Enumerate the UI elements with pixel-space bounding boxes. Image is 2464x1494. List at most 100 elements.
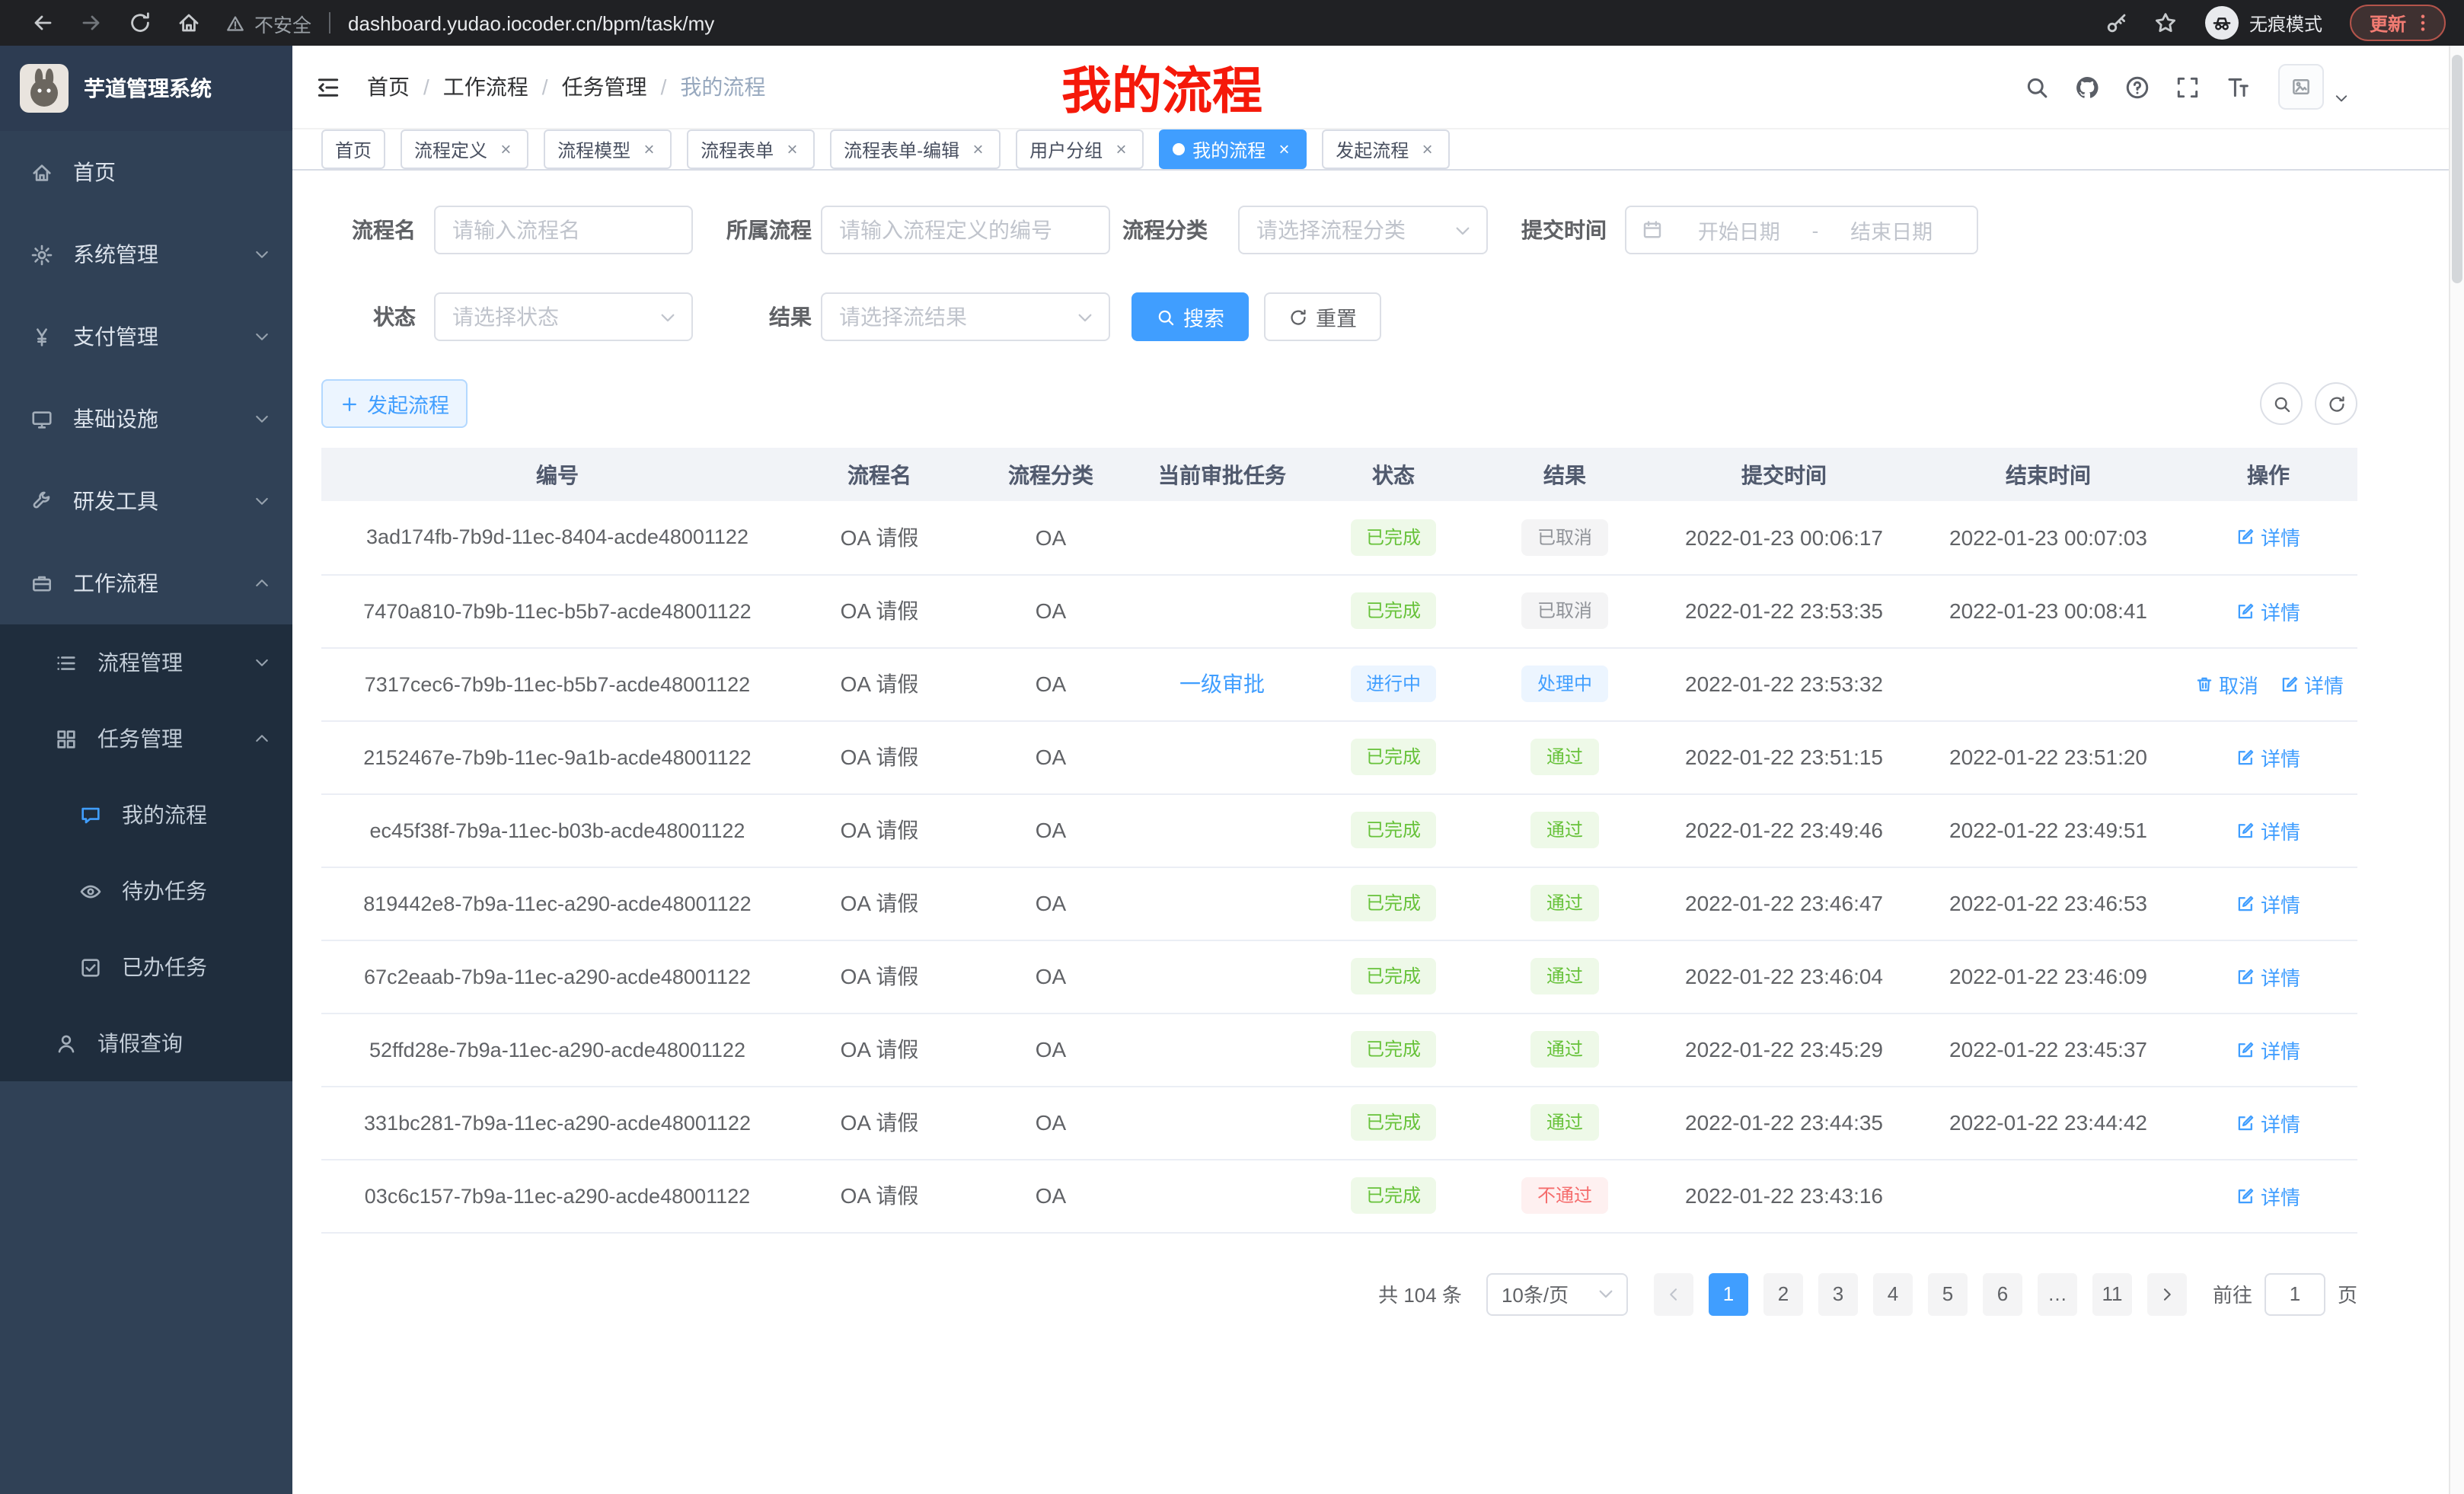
detail-action-link[interactable]: 详情 [2236,742,2300,771]
user-icon [55,1032,78,1055]
tab-process-form[interactable]: 流程表单 [687,129,815,169]
sidebar-item-infrastructure[interactable]: 基础设施 [0,378,292,460]
cell-category: OA [965,1159,1136,1232]
submit-time-range[interactable]: 开始日期 - 结束日期 [1625,206,1978,254]
fullscreen-icon[interactable] [2175,74,2201,100]
page-button-2[interactable]: 2 [1763,1272,1803,1315]
password-key-icon[interactable] [2105,11,2129,35]
result-select[interactable]: 请选择流结果 [821,292,1110,341]
browser-menu-icon[interactable] [2412,12,2434,34]
process-id-input[interactable] [821,206,1110,254]
app-logo[interactable]: 芋道管理系统 [0,46,292,131]
close-tab-icon[interactable] [969,140,987,158]
tab-process-model[interactable]: 流程模型 [544,129,672,169]
status-select[interactable]: 请选择状态 [434,292,693,341]
header-search-icon[interactable] [2024,74,2050,100]
sidebar-toggle-icon[interactable] [315,74,341,100]
process-owner-label: 所属流程 [726,215,812,245]
status-badge: 已完成 [1351,739,1436,775]
reset-button[interactable]: 重置 [1264,292,1381,341]
help-icon[interactable] [2124,74,2150,100]
browser-forward-icon[interactable] [79,11,104,35]
sidebar-item-leave-query[interactable]: 请假查询 [0,1005,292,1081]
tab-my-process[interactable]: 我的流程 [1159,129,1307,169]
detail-action-link[interactable]: 详情 [2236,596,2300,625]
font-size-icon[interactable] [2225,74,2251,100]
search-button[interactable]: 搜索 [1131,292,1249,341]
detail-action-link[interactable]: 详情 [2236,962,2300,991]
avatar-caret-icon[interactable] [2333,89,2350,106]
prev-page-button[interactable] [1654,1272,1693,1315]
sidebar-item-home[interactable]: 首页 [0,131,292,213]
detail-action-link[interactable]: 详情 [2236,1035,2300,1064]
tab-home[interactable]: 首页 [321,129,385,169]
start-date-input[interactable]: 开始日期 [1669,215,1809,245]
sidebar-item-payment[interactable]: 支付管理 [0,295,292,378]
cancel-action-link[interactable]: 取消 [2194,669,2258,698]
status-badge: 已完成 [1351,592,1436,629]
breadcrumb-task-management[interactable]: 任务管理 [562,72,647,102]
result-select-placeholder: 请选择流结果 [839,302,967,332]
detail-action-link[interactable]: 详情 [2280,669,2344,698]
page-scrollbar[interactable] [2449,46,2464,1494]
tab-user-group[interactable]: 用户分组 [1016,129,1144,169]
detail-action-link[interactable]: 详情 [2236,889,2300,918]
tab-process-definition[interactable]: 流程定义 [401,129,528,169]
next-page-button[interactable] [2147,1272,2187,1315]
update-button[interactable]: 更新 [2350,5,2446,41]
security-label[interactable]: 不安全 [254,8,311,37]
page-button-6[interactable]: 6 [1983,1272,2022,1315]
cell-process-name: OA 请假 [793,501,965,574]
url-text[interactable]: dashboard.yudao.iocoder.cn/bpm/task/my [348,11,714,34]
detail-action-link[interactable]: 详情 [2236,816,2300,844]
close-tab-icon[interactable] [1418,140,1436,158]
address-bar[interactable]: 不安全 dashboard.yudao.iocoder.cn/bpm/task/… [225,8,2080,37]
close-tab-icon[interactable] [1275,140,1293,158]
tab-start-process[interactable]: 发起流程 [1322,129,1450,169]
page-button-11[interactable]: 11 [2092,1272,2132,1315]
sidebar-item-system[interactable]: 系统管理 [0,213,292,295]
browser-reload-icon[interactable] [128,11,152,35]
browser-back-icon[interactable] [30,11,55,35]
cell-end-time: 2022-01-22 23:51:20 [1917,720,2179,793]
detail-action-link[interactable]: 详情 [2236,523,2300,552]
close-tab-icon[interactable] [640,140,658,158]
page-button-5[interactable]: 5 [1928,1272,1968,1315]
bookmark-star-icon[interactable] [2153,11,2178,35]
browser-home-icon[interactable] [177,11,201,35]
edit-icon [2236,966,2256,986]
page-size-select[interactable]: 10条/页 [1486,1272,1628,1315]
page-button-3[interactable]: 3 [1818,1272,1858,1315]
sidebar-item-done-tasks[interactable]: 已办任务 [0,929,292,1005]
sidebar-item-devtools[interactable]: 研发工具 [0,460,292,542]
github-icon[interactable] [2074,74,2100,100]
toggle-search-button[interactable] [2260,382,2303,425]
page-button-1[interactable]: 1 [1709,1272,1748,1315]
goto-page-input[interactable] [2265,1272,2325,1315]
breadcrumb-home[interactable]: 首页 [367,72,410,102]
user-avatar[interactable] [2278,64,2324,110]
security-warning-icon[interactable] [225,13,245,33]
close-tab-icon[interactable] [783,140,801,158]
process-name-input[interactable] [434,206,693,254]
end-date-input[interactable]: 结束日期 [1821,215,1961,245]
close-tab-icon[interactable] [496,140,515,158]
page-button-4[interactable]: 4 [1873,1272,1913,1315]
scrollbar-thumb[interactable] [2452,55,2462,283]
sidebar-item-my-process[interactable]: 我的流程 [0,777,292,853]
create-process-button[interactable]: 发起流程 [321,379,468,428]
tab-process-form-edit[interactable]: 流程表单-编辑 [830,129,1001,169]
category-select[interactable]: 请选择流程分类 [1238,206,1488,254]
current-task-link[interactable]: 一级审批 [1179,672,1265,696]
detail-action-link[interactable]: 详情 [2236,1108,2300,1137]
gear-icon [30,243,53,266]
detail-action-link[interactable]: 详情 [2236,1181,2300,1210]
sidebar-item-workflow[interactable]: 工作流程 [0,542,292,624]
breadcrumb-workflow[interactable]: 工作流程 [443,72,528,102]
sidebar-item-task-management[interactable]: 任务管理 [0,701,292,777]
sidebar-item-process-management[interactable]: 流程管理 [0,624,292,701]
refresh-table-button[interactable] [2315,382,2357,425]
close-tab-icon[interactable] [1112,140,1130,158]
sidebar-item-todo-tasks[interactable]: 待办任务 [0,853,292,929]
page-ellipsis[interactable]: … [2038,1272,2077,1315]
